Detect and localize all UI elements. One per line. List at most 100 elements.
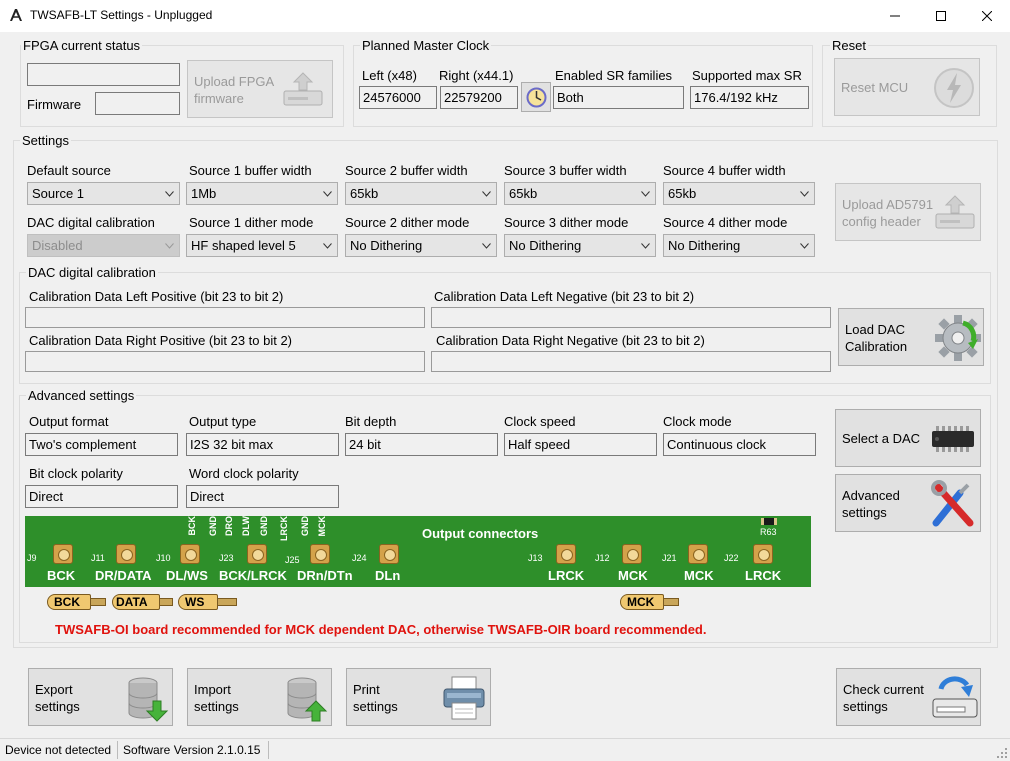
upload-drive-icon [283,72,323,106]
chevron-down-icon [165,243,174,249]
settings-group-label: Settings [20,133,71,148]
source2-buffer-select[interactable]: 65kb [345,182,497,205]
select-dac-label: Select a DAC [842,431,921,446]
status-separator [268,741,269,759]
maximize-button[interactable] [918,0,964,31]
jack-ref: J10 [156,553,171,563]
resistor-r63 [761,518,777,525]
sma-connector [247,544,267,564]
clock-speed-field: Half speed [504,433,657,456]
sma-connector [688,544,708,564]
load-dac-calibration-label: Load DAC Calibration [845,322,908,354]
print-settings-button[interactable]: Print settings [346,668,491,726]
source2-dither-value: No Dithering [350,238,423,253]
resize-grip-icon[interactable] [997,748,1007,758]
firmware-label: Firmware [27,97,82,112]
jack-label: LRCK [548,568,585,583]
sma-connector [53,544,73,564]
sma-connector [622,544,642,564]
export-settings-button[interactable]: Export settings [28,668,173,726]
bit-depth-field: 24 bit [345,433,498,456]
output-format-field: Two's complement [25,433,178,456]
source4-buffer-label: Source 4 buffer width [663,163,786,178]
chevron-down-icon [800,243,809,249]
app-logo-icon [10,9,22,21]
clock-calculator-button[interactable] [521,82,551,112]
upload-ad5791-button[interactable]: Upload AD5791 config header [835,183,981,241]
source4-dither-select[interactable]: No Dithering [663,234,815,257]
jack-ref: J21 [662,553,677,563]
default-source-select[interactable]: Source 1 [27,182,180,205]
jack-label: BCK/LRCK [219,568,287,583]
drive-download-icon [932,676,978,718]
chevron-down-icon [323,243,332,249]
chevron-down-icon [641,243,650,249]
cal-left-negative-label: Calibration Data Left Negative (bit 23 t… [434,289,695,304]
close-button[interactable] [964,0,1010,31]
source2-dither-select[interactable]: No Dithering [345,234,497,257]
source1-dither-select[interactable]: HF shaped level 5 [186,234,338,257]
cal-right-positive-field[interactable] [25,351,425,372]
clock-mode-label: Clock mode [663,414,732,429]
cal-left-positive-field[interactable] [25,307,425,328]
sma-connector [556,544,576,564]
chip-icon [932,426,974,452]
pin-label: GND [208,516,218,536]
source1-buffer-select[interactable]: 1Mb [186,182,338,205]
plug-label: MCK [620,594,664,610]
printer-icon [443,676,485,720]
sma-connector [180,544,200,564]
jack-ref: J23 [219,553,234,563]
dac-calibration-value: Disabled [32,238,83,253]
jack-ref: J12 [595,553,610,563]
jack-label: DR/DATA [95,568,152,583]
chevron-down-icon [165,191,174,197]
minimize-button[interactable] [872,0,918,31]
close-icon [982,10,992,21]
pin-label: MCK [317,516,327,537]
jack-label: MCK [618,568,648,583]
pin-label: LRCK [279,516,289,541]
source4-buffer-select[interactable]: 65kb [663,182,815,205]
source2-buffer-value: 65kb [350,186,379,201]
right-clock-field: 22579200 [440,86,518,109]
source3-buffer-select[interactable]: 65kb [504,182,656,205]
reset-mcu-button[interactable]: Reset MCU [834,58,980,116]
jack-label: MCK [684,568,714,583]
clock-icon [526,87,547,108]
plug-label: DATA [112,594,160,610]
jack-ref: J22 [724,553,739,563]
power-bolt-icon [934,68,974,108]
chevron-down-icon [641,191,650,197]
reset-group-label: Reset [830,38,868,53]
advanced-settings-label: Advanced settings [842,488,900,520]
cal-right-negative-field[interactable] [431,351,831,372]
load-dac-calibration-button[interactable]: Load DAC Calibration [838,308,984,366]
bit-clock-polarity-field: Direct [25,485,178,508]
source2-dither-label: Source 2 dither mode [345,215,470,230]
jack-ref: J24 [352,553,367,563]
max-sr-field: 176.4/192 kHz [690,86,809,109]
default-source-label: Default source [27,163,111,178]
source1-dither-value: HF shaped level 5 [191,238,296,253]
plug-tip [90,598,106,606]
plug-mck: MCK [620,592,680,612]
cal-left-negative-field[interactable] [431,307,831,328]
check-current-settings-button[interactable]: Check current settings [836,668,981,726]
pin-label: BCK [187,516,197,536]
import-settings-label: Import settings [194,682,239,714]
select-dac-button[interactable]: Select a DAC [835,409,981,467]
cal-right-positive-label: Calibration Data Right Positive (bit 23 … [29,333,293,348]
output-type-label: Output type [189,414,257,429]
dac-calibration-group-label: DAC digital calibration [26,265,158,280]
right-x441-label: Right (x44.1) [439,68,514,83]
upload-fpga-firmware-button[interactable]: Upload FPGA firmware [187,60,333,118]
advanced-settings-button[interactable]: Advanced settings [835,474,981,532]
source3-dither-select[interactable]: No Dithering [504,234,656,257]
check-current-settings-label: Check current settings [843,682,924,714]
import-settings-button[interactable]: Import settings [187,668,332,726]
dac-calibration-select[interactable]: Disabled [27,234,180,257]
sma-connector [116,544,136,564]
source4-dither-value: No Dithering [668,238,741,253]
chevron-down-icon [482,243,491,249]
